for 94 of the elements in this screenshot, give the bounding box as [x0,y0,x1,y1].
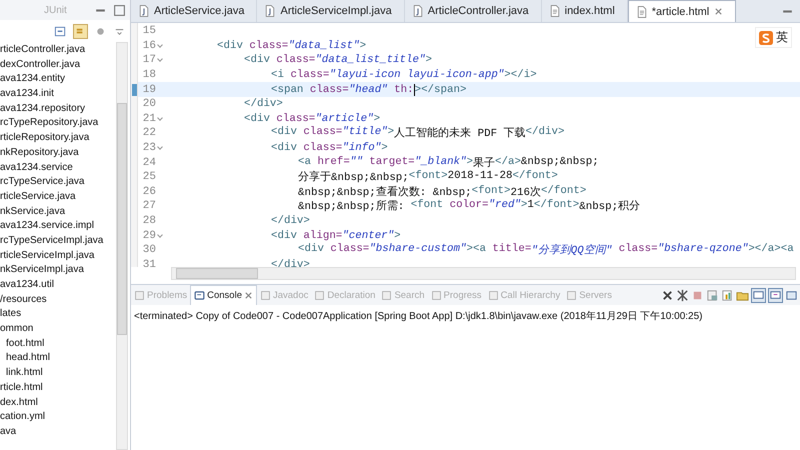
line-number: 23 [138,142,164,154]
code-text: </div> [243,98,283,110]
code-text: &nbsp;&nbsp;查看次数: &nbsp;<font>216次</font> [297,184,586,199]
console-output: <terminated> Copy of Code007 - Code007Application [Spring Boot App] D:\jdk1.8\bin\javaw.exe (2018年11月29日 下午10:00:25) [133,310,704,324]
tree-item[interactable]: rticleServiceImpl.java [0,248,94,264]
editor-tab[interactable]: *article.html [628,0,736,22]
tree-item[interactable]: dex.html [0,396,38,410]
document-icon [550,5,560,17]
line-number: 30 [142,244,157,256]
tree-item[interactable]: ava1234.util [0,278,54,293]
editor-tab[interactable]: index.html [542,0,628,22]
view-icon [134,290,145,300]
change-marker [132,84,137,96]
tree-item[interactable]: rticleService.java [0,190,76,205]
editor-tab[interactable]: ArticleController.java [404,0,542,22]
line-number: 19 [142,84,157,96]
code-text: <div class="title">人工智能的未来 PDF 下载</div> [270,126,564,140]
link-editor-icon[interactable] [73,24,88,38]
editor-tab[interactable]: ArticleServiceImpl.java [257,0,405,22]
document-icon [636,6,647,18]
input-mode-label: 英 [776,29,788,46]
line-number: 28 [142,215,157,228]
code-text: 分享于&nbsp;&nbsp;<font>2018-11-28</font> [297,170,558,184]
view-tab[interactable]: Console [190,285,257,305]
editor-tab[interactable]: ArticleService.java [131,0,258,22]
collapse-all-icon[interactable] [54,24,67,38]
tree-item[interactable]: ava1234.init [0,87,54,102]
document-icon[interactable] [706,288,719,302]
tree-item[interactable]: rcTypeServiceImpl.java [0,234,104,249]
line-number: 22 [142,127,157,140]
view-icon [430,290,442,300]
tree-item[interactable]: nkRepository.java [0,146,79,160]
line-number: 17 [138,54,164,66]
line-number: 16 [138,40,164,52]
line-number: 31 [142,258,157,267]
line-number: 24 [142,156,157,169]
java-file-icon [412,5,423,17]
console-icon [194,290,206,301]
code-text: <a href="" target="_blank">果子</a>&nbsp;&nbsp; [297,156,599,170]
vertical-scrollbar[interactable] [116,42,128,450]
console-icon[interactable] [785,288,798,302]
line-number: 27 [142,200,157,212]
tree-item[interactable]: link.html [6,366,43,381]
tree-item[interactable]: rticleRepository.java [0,131,90,146]
line-number: 20 [142,98,157,110]
tree-item[interactable]: ava1234.service [0,160,73,176]
view-icon [566,290,578,300]
display-icon[interactable] [768,288,783,302]
code-text: </div> [270,215,310,228]
code-text: <div align="center"> [270,230,401,242]
view-icon [314,290,326,300]
tree-item[interactable]: nkServiceImpl.java [0,263,84,278]
tree-item[interactable]: /resources [0,292,47,308]
remove-all-icon[interactable] [676,288,689,302]
line-number: 15 [142,25,157,38]
tree-item[interactable]: ava [0,424,16,440]
line-number: 25 [142,171,157,184]
input-method-logo-icon [759,30,773,44]
tree-item[interactable]: nkService.java [0,204,66,220]
tree-item[interactable]: rticle.html [0,380,43,396]
tree-item[interactable]: ava1234.repository [0,102,86,116]
tree-item[interactable]: cation.yml [0,410,46,425]
tree-item[interactable]: foot.html [6,336,44,352]
line-number: 29 [138,230,164,242]
code-text: <div class="data_list"> [216,40,366,52]
view-icon [260,290,271,300]
code-text: &nbsp;&nbsp;所需: <font color="red">1</font>&nbsp;积分 [297,199,640,214]
tree-item[interactable]: ommon [0,322,34,337]
code-text: <div class="article"> [243,112,380,125]
tree-item[interactable]: rcTypeRepository.java [0,116,98,132]
code-text: <span class="head" th:></span> [270,84,466,96]
code-text: <div class="info"> [270,142,388,154]
line-number: 26 [142,186,157,198]
tree-item[interactable]: lates [0,307,22,322]
document-icon[interactable] [721,288,734,302]
horizontal-scrollbar[interactable] [171,267,796,280]
tree-item[interactable]: rticleController.java [0,43,86,58]
tree-item[interactable]: dexController.java [0,58,80,72]
code-text: </div> [270,258,310,267]
code-text: <i class="layui-icon layui-icon-app"></i> [270,69,537,82]
tree-item[interactable]: rcTypeService.java [0,175,84,190]
java-file-icon [265,5,276,17]
code-text: <div class="data_list_title"> [243,54,432,66]
code-text: <div class="bshare-custom"><a title="分享到QQ空间" class="bshare-qzone"></a><a [297,243,794,258]
java-file-icon [139,5,149,17]
tree-item[interactable]: ava1234.service.impl [0,219,94,234]
line-number: 21 [138,112,164,125]
line-number: 18 [142,69,157,82]
close-icon[interactable] [661,288,674,302]
tree-item[interactable]: ava1234.entity [0,72,66,88]
maximize-icon[interactable] [113,4,126,16]
tree-item[interactable]: head.html [6,351,50,366]
view-icon [488,290,499,300]
view-icon [381,290,392,300]
